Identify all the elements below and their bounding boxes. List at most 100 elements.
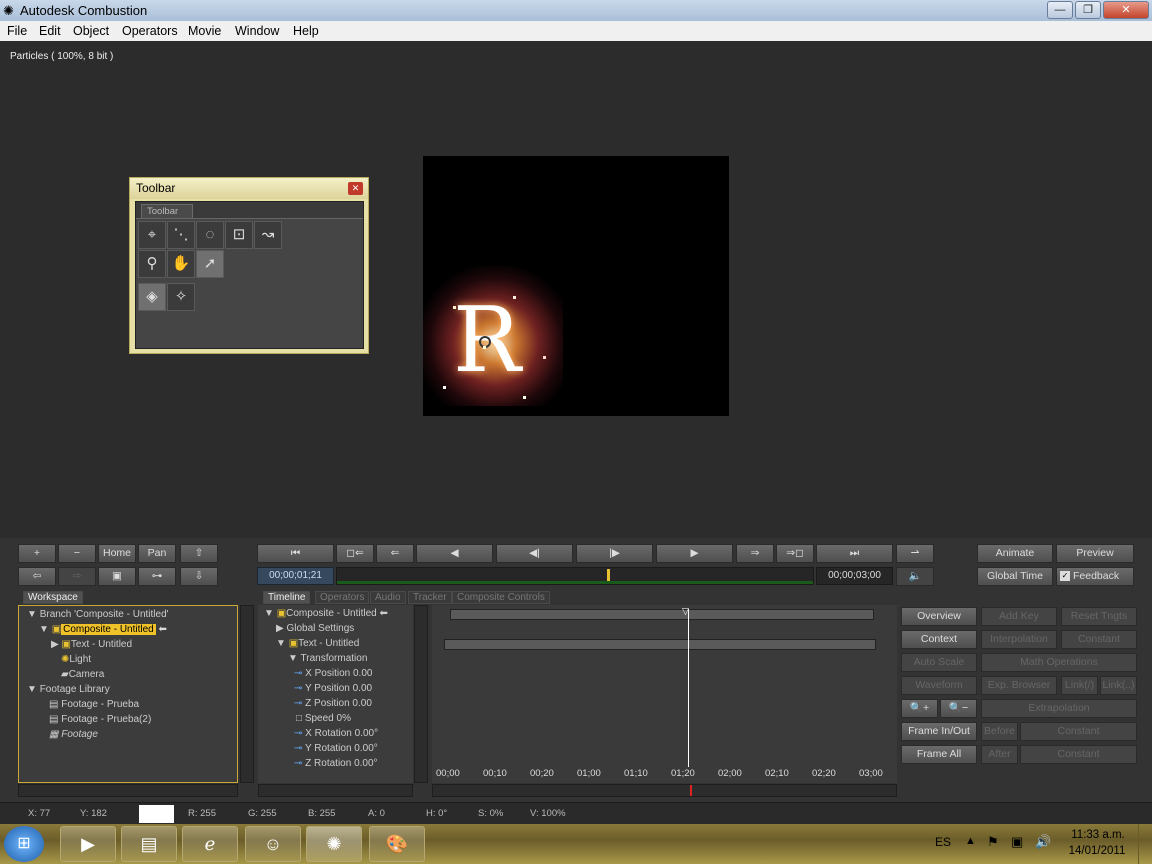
close-button[interactable]: ✕ <box>1103 1 1149 19</box>
zoom-out-icon[interactable]: 🔍− <box>940 699 977 718</box>
toolbar-window-title[interactable]: Toolbar <box>130 178 368 199</box>
global-time-dropdown[interactable]: Global Time <box>977 567 1053 586</box>
clock-date[interactable]: 14/01/2011 <box>1066 845 1128 857</box>
toolbar-close-icon[interactable]: ✕ <box>348 182 363 195</box>
playhead-marker-icon[interactable]: ▽ <box>682 606 689 617</box>
rotate-tool-icon[interactable]: ◌ <box>196 221 224 249</box>
pivot-icon[interactable] <box>479 336 491 348</box>
tab-composite-controls[interactable]: Composite Controls <box>452 591 550 604</box>
3d-view-tool-icon[interactable]: ◈ <box>138 283 166 311</box>
workspace-vscroll[interactable] <box>240 605 254 783</box>
hand-tool-icon[interactable]: ✋ <box>167 250 195 278</box>
step-back-icon[interactable]: ◀| <box>496 544 573 563</box>
volume-icon[interactable]: 🔊 <box>1035 834 1051 850</box>
tracks-hscroll[interactable] <box>258 784 413 797</box>
track-speed[interactable]: □ Speed 0% <box>296 713 351 728</box>
tree-footage-2[interactable]: ▤ Footage - Prueba(2) <box>49 714 151 725</box>
toolbar-tab[interactable]: Toolbar <box>141 204 193 218</box>
timeline-hscroll[interactable] <box>432 784 897 797</box>
step-forward-icon[interactable]: |▶ <box>576 544 653 563</box>
track-z-rotation[interactable]: ⊸ Z Rotation 0.00° <box>294 758 378 773</box>
playhead-line[interactable] <box>688 609 689 767</box>
tree-footage-3[interactable]: ▦ Footage <box>49 729 98 740</box>
restore-button[interactable]: ❐ <box>1075 1 1101 19</box>
prev-keyframe-icon[interactable]: ⇐ <box>376 544 414 563</box>
clock-time[interactable]: 11:33 a.m. <box>1068 829 1128 841</box>
expression-browser-button[interactable]: Exp. Browser <box>981 676 1057 695</box>
tracks-vscroll[interactable] <box>414 605 428 783</box>
after-dropdown[interactable]: Constant <box>1020 745 1137 764</box>
track-text[interactable]: ▼ ▣Text - Untitled <box>276 638 359 653</box>
track-x-rotation[interactable]: ⊸ X Rotation 0.00° <box>294 728 378 743</box>
paint-icon[interactable]: 🎨 <box>369 826 425 862</box>
zoom-in-button[interactable]: + <box>18 544 56 563</box>
path-tool-icon[interactable]: ⋱ <box>167 221 195 249</box>
tree-composite[interactable]: ▼ ▣ Composite - Untitled ⬅ <box>39 624 167 635</box>
tree-camera[interactable]: ▰Camera <box>61 669 104 680</box>
pan-button[interactable]: Pan <box>138 544 176 563</box>
bezier-tool-icon[interactable]: ↝ <box>254 221 282 249</box>
home-button[interactable]: Home <box>98 544 136 563</box>
tree-footage-1[interactable]: ▤ Footage - Prueba <box>49 699 139 710</box>
track-y-rotation[interactable]: ⊸ Y Rotation 0.00° <box>294 743 378 758</box>
frame-all-button[interactable]: Frame All <box>901 745 977 764</box>
play-reverse-icon[interactable]: ◀ <box>416 544 493 563</box>
mark-out-icon[interactable]: ⇒◻ <box>776 544 814 563</box>
select-tool-icon[interactable]: ➚ <box>196 250 224 278</box>
track-composite[interactable]: ▼ ▣Composite - Untitled ⬅ <box>264 608 388 623</box>
anchor-tool-icon[interactable]: ⊡ <box>225 221 253 249</box>
interpolation-dropdown[interactable]: Constant <box>1061 630 1137 649</box>
media-player-icon[interactable]: ▶ <box>60 826 116 862</box>
composite-canvas[interactable]: R <box>423 156 729 416</box>
start-button-icon[interactable]: ⊞ <box>4 826 44 862</box>
view-mode-icon[interactable]: ▣ <box>98 567 136 586</box>
animate-button[interactable]: Animate <box>977 544 1053 563</box>
auto-scale-toggle[interactable]: Auto Scale <box>901 653 977 672</box>
tree-footage-library[interactable]: ▼ Footage Library <box>27 684 110 695</box>
waveform-toggle[interactable]: Waveform <box>901 676 977 695</box>
track-y-position[interactable]: ⊸ Y Position 0.00 <box>294 683 372 698</box>
track-x-position[interactable]: ⊸ X Position 0.00 <box>294 668 372 683</box>
show-desktop-button[interactable] <box>1138 824 1152 864</box>
menu-help[interactable]: Help <box>293 24 319 38</box>
audio-icon[interactable]: 🔈 <box>896 567 934 586</box>
reset-tangents-button[interactable]: Reset Tngts <box>1061 607 1137 626</box>
frame-in-out-button[interactable]: Frame In/Out <box>901 722 977 741</box>
down-arrow-icon[interactable]: ⇩ <box>180 567 218 586</box>
workspace-hscroll[interactable] <box>18 784 238 797</box>
combustion-taskbar-icon[interactable]: ✺ <box>306 826 362 862</box>
minimize-button[interactable]: — <box>1047 1 1073 19</box>
end-time-field[interactable]: 00;00;03;00 <box>816 567 893 585</box>
network-icon[interactable]: ▣ <box>1011 834 1023 850</box>
zoom-in-icon[interactable]: 🔍+ <box>901 699 938 718</box>
play-icon[interactable]: ▶ <box>656 544 733 563</box>
track-z-position[interactable]: ⊸ Z Position 0.00 <box>294 698 372 713</box>
tab-operators[interactable]: Operators <box>315 591 370 604</box>
time-slider[interactable] <box>336 567 814 585</box>
mark-in-icon[interactable]: ◻⇐ <box>336 544 374 563</box>
tab-workspace[interactable]: Workspace <box>23 591 83 604</box>
tree-branch[interactable]: ▼ Branch 'Composite - Untitled' <box>27 609 169 620</box>
action-center-icon[interactable]: ⚑ <box>987 834 999 850</box>
back-arrow-icon[interactable]: ⇦ <box>18 567 56 586</box>
explorer-icon[interactable]: ▤ <box>121 826 177 862</box>
tab-audio[interactable]: Audio <box>370 591 406 604</box>
text-duration-bar[interactable] <box>444 639 876 650</box>
feedback-check-icon[interactable]: ✓ <box>1060 571 1070 581</box>
track-transformation[interactable]: ▼ Transformation <box>288 653 367 668</box>
tree-light[interactable]: ✺Light <box>61 654 91 665</box>
messenger-icon[interactable]: ☺ <box>245 826 301 862</box>
preview-button[interactable]: Preview <box>1056 544 1134 563</box>
transform-tool-icon[interactable]: ⌖ <box>138 221 166 249</box>
link-slash-button[interactable]: Link(/) <box>1061 676 1098 695</box>
layout-icon[interactable]: ⊶ <box>138 567 176 586</box>
tab-tracker[interactable]: Tracker <box>408 591 452 604</box>
overview-dropdown[interactable]: Overview <box>901 607 977 626</box>
before-dropdown[interactable]: Constant <box>1020 722 1137 741</box>
track-global-settings[interactable]: ▶ Global Settings <box>276 623 354 638</box>
orbit-tool-icon[interactable]: ✧ <box>167 283 195 311</box>
tab-timeline[interactable]: Timeline <box>263 591 311 604</box>
next-keyframe-icon[interactable]: ⇒ <box>736 544 774 563</box>
timeline-graph[interactable]: ▽ 00;00 00;10 00;20 01;00 01;10 01;20 02… <box>432 605 897 783</box>
tray-arrow-icon[interactable]: ▲ <box>965 835 976 847</box>
